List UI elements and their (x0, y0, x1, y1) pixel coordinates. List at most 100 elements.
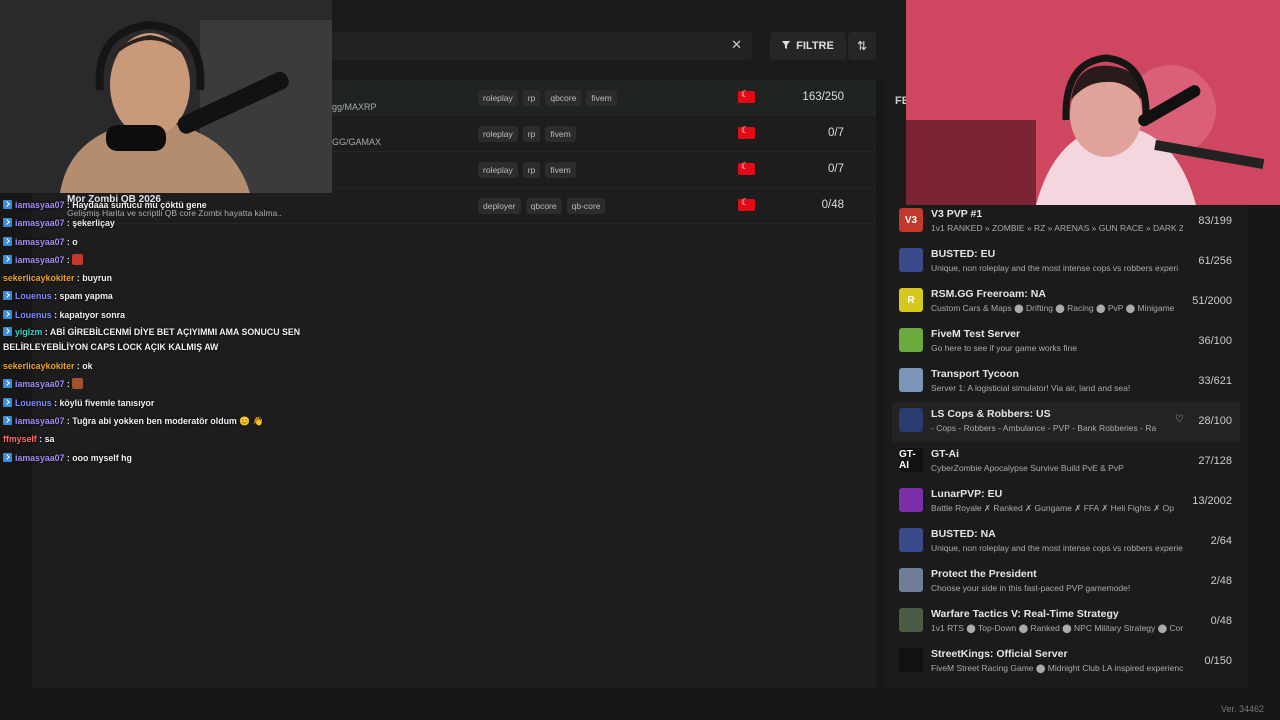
featured-server-row[interactable]: R RSM.GG Freeroam: NA Custom Cars & Maps ⬤… (892, 282, 1240, 322)
featured-server-row[interactable]: LS Cops & Robbers: US - Cops - Robbers - … (892, 402, 1240, 442)
chat-username[interactable]: sekerlicaykokiter (3, 361, 74, 371)
chat-message: sekerlicaykokiter : ok (3, 357, 333, 375)
server-logo-icon: R (899, 288, 923, 312)
tag[interactable]: rp (522, 90, 541, 106)
featured-player-count: 83/199 (1198, 215, 1232, 227)
chat-username[interactable]: iamasyaa07 (15, 237, 64, 247)
featured-server-row[interactable]: BUSTED: EU Unique, non roleplay and the m… (892, 242, 1240, 282)
favorite-heart-icon[interactable]: ♡ (1175, 414, 1184, 425)
featured-server-name: BUSTED: NA (931, 528, 996, 540)
chat-text: Haydaaa sunucu mu çöktü gene (72, 200, 207, 210)
chat-message: iamasyaa07 : (3, 251, 333, 269)
server-logo-icon (899, 408, 923, 432)
server-logo-icon (899, 488, 923, 512)
featured-server-name: RSM.GG Freeroam: NA (931, 288, 1046, 300)
chat-username[interactable]: Louenus (15, 398, 52, 408)
featured-server-row[interactable]: Warfare Tactics V: Real-Time Strategy 1v1… (892, 602, 1240, 642)
chat-message: iamasyaa07 : şekerliçay (3, 214, 333, 232)
chat-username[interactable]: Louenus (15, 310, 52, 320)
featured-server-row[interactable]: Transport Tycoon Server 1: A logisticial … (892, 362, 1240, 402)
chat-separator: : (64, 254, 73, 265)
server-logo-icon (899, 608, 923, 632)
featured-server-description: Unique, non roleplay and the most intens… (931, 543, 1183, 553)
tag[interactable]: fivem (545, 126, 576, 142)
chat-message: yiglzm : ABİ GİREBİLCENMİ DİYE BET AÇIYI… (3, 324, 333, 357)
chat-text: şekerliçay (72, 218, 115, 229)
chat-message: iamasyaa07 : ooo myself hg (3, 449, 333, 467)
filter-button-label: FILTRE (796, 40, 834, 52)
tag[interactable]: qbcore (545, 90, 582, 106)
chat-username[interactable]: iamasyaa07 (15, 379, 64, 389)
featured-server-description: 1v1 RTS ⬤ Top-Down ⬤ Ranked ⬤ NPC Milita… (931, 623, 1183, 633)
player-count: 0/7 (828, 163, 844, 175)
featured-server-name: Warfare Tactics V: Real-Time Strategy (931, 608, 1119, 620)
tag[interactable]: fivem (586, 90, 617, 106)
featured-server-description: - Cops - Robbers - Ambulance - PVP - Ban… (931, 423, 1157, 433)
chat-message: iamasyaa07 : Haydaaa sunucu mu çöktü gen… (3, 196, 333, 214)
featured-server-row[interactable]: GT-AI GT-Ai CyberZombie Apocalypse Survive… (892, 442, 1240, 482)
chat-message: ffmyself : sa (3, 430, 333, 448)
featured-player-count: 2/64 (1210, 535, 1232, 547)
sort-button[interactable]: ⇅ (848, 32, 876, 60)
chat-separator: : (36, 434, 45, 445)
tag[interactable]: qbcore (525, 198, 562, 214)
chat-emote-icon (72, 253, 84, 265)
server-host: gg/MAXRP (332, 102, 377, 112)
chat-username[interactable]: iamasyaa07 (15, 218, 64, 228)
featured-server-name: FiveM Test Server (931, 328, 1021, 340)
version-label: Ver. 34462 (1220, 704, 1264, 714)
featured-server-row[interactable]: V3 V3 PVP #1 1v1 RANKED » ZOMBIE » RZ » AR… (892, 202, 1240, 242)
subscriber-badge-icon (3, 254, 12, 264)
filter-button[interactable]: FILTRE (770, 32, 846, 60)
tag[interactable]: fivem (545, 162, 576, 178)
featured-server-name: Transport Tycoon (931, 368, 1019, 380)
search-input[interactable]: ✕ (330, 32, 752, 60)
tag[interactable]: deployer (478, 198, 521, 214)
server-logo-icon (899, 568, 923, 592)
featured-server-row[interactable]: FiveM Test Server Go here to see if your … (892, 322, 1240, 362)
subscriber-badge-icon (3, 218, 12, 228)
chat-separator: : (64, 379, 73, 390)
featured-server-description: Unique, non roleplay and the most intens… (931, 263, 1179, 273)
chat-username[interactable]: iamasyaa07 (15, 200, 64, 210)
chat-text: sa (44, 434, 55, 445)
chat-username[interactable]: yiglzm (15, 327, 42, 337)
subscriber-badge-icon (3, 200, 12, 209)
featured-server-row[interactable]: Protect the President Choose your side in… (892, 562, 1240, 602)
tag[interactable]: rp (522, 162, 541, 178)
featured-player-count: 33/621 (1198, 375, 1232, 387)
chat-text: o (72, 236, 78, 247)
chat-username[interactable]: iamasyaa07 (15, 255, 64, 265)
chat-username[interactable]: iamasyaa07 (15, 453, 64, 463)
featured-player-count: 27/128 (1198, 455, 1232, 467)
featured-player-count: 61/256 (1198, 255, 1232, 267)
featured-server-name: Protect the President (931, 568, 1037, 580)
featured-server-row[interactable]: BUSTED: NA Unique, non roleplay and the m… (892, 522, 1240, 562)
tag[interactable]: roleplay (478, 126, 518, 142)
server-logo-icon (899, 528, 923, 552)
stream-chat-overlay: iamasyaa07 : Haydaaa sunucu mu çöktü gen… (3, 196, 333, 467)
featured-player-count: 13/2002 (1192, 495, 1232, 507)
featured-server-description: FiveM Street Racing Game ⬤ Midnight Club… (931, 663, 1183, 673)
tag[interactable]: rp (522, 126, 541, 142)
featured-server-row[interactable]: LunarPVP: EU Battle Royale ✗ Ranked ✗ Gun… (892, 482, 1240, 522)
featured-server-description: Go here to see if your game works fine (931, 343, 1077, 353)
server-tags: roleplay rp qbcore fivem (478, 90, 617, 106)
featured-server-row[interactable]: StreetKings: Official Server FiveM Street… (892, 642, 1240, 682)
tag[interactable]: qb-core (566, 198, 606, 214)
subscriber-badge-icon (3, 397, 12, 407)
close-icon[interactable]: ✕ (731, 37, 742, 53)
chat-username[interactable]: ffmyself (3, 434, 37, 444)
chat-username[interactable]: iamasyaa07 (15, 416, 64, 426)
tag[interactable]: roleplay (478, 162, 518, 178)
featured-server-name: LS Cops & Robbers: US (931, 408, 1051, 420)
subscriber-badge-icon (3, 379, 12, 389)
webcam-right (906, 0, 1280, 205)
chat-username[interactable]: Louenus (15, 291, 52, 301)
player-count: 163/250 (802, 91, 844, 103)
chat-username[interactable]: sekerlicaykokiter (3, 273, 74, 283)
tag[interactable]: roleplay (478, 90, 518, 106)
chat-message: Louenus : köylü fivemle tanısıyor (3, 394, 333, 412)
webcam-left-image (0, 0, 332, 193)
filter-funnel-icon (782, 40, 791, 52)
